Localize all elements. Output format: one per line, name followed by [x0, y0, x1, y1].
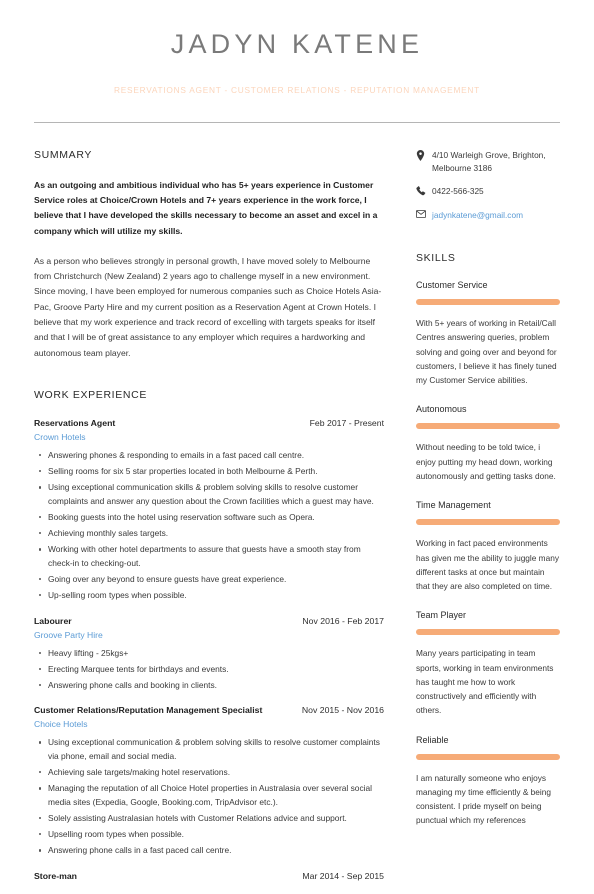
skills-list: Customer Service With 5+ years of working… — [416, 280, 560, 828]
skill-entry: Time Management Working in fact paced env… — [416, 500, 560, 593]
job-dates: Mar 2014 - Sep 2015 — [302, 870, 384, 881]
experience-entry: Reservations Agent Feb 2017 - Present Crow… — [34, 418, 384, 603]
skill-level-fill — [416, 423, 560, 430]
job-dates: Feb 2017 - Present — [309, 417, 384, 428]
skill-level-fill — [416, 299, 560, 306]
skill-entry: Team Player Many years participating in t… — [416, 610, 560, 717]
summary-lead-paragraph: As an outgoing and ambitious individual … — [34, 179, 378, 236]
skill-description: With 5+ years of working in Retail/Call … — [416, 318, 557, 386]
experience-entry-header: Customer Relations/Reputation Management… — [34, 705, 384, 715]
main-column: SUMMARY As an outgoing and ambitious ind… — [34, 149, 384, 894]
resume-page: JADYN KATENE RESERVATIONS AGENT - CUSTOM… — [0, 0, 594, 881]
skill-level-bar — [416, 753, 560, 760]
job-responsibility-list: Heavy lifting - 25kgs+ Erecting Marquee t… — [34, 647, 384, 693]
skill-description: Many years participating in team sports,… — [416, 648, 554, 716]
skill-level-fill — [416, 629, 560, 636]
job-responsibility-item: Answering phone calls in a fast paced ca… — [39, 844, 384, 858]
job-company-link[interactable]: Groove Party Hire — [34, 630, 384, 640]
job-responsibility-item: Using exceptional communication & proble… — [39, 736, 384, 763]
job-responsibility-item: Up-selling room types when possible. — [39, 589, 384, 603]
contact-block: 4/10 Warleigh Grove, Brighton, Melbourne… — [416, 149, 560, 222]
skill-description: Working in fact paced environments has g… — [416, 538, 559, 592]
job-company-link[interactable]: Choice Hotels — [34, 719, 384, 729]
resume-header: JADYN KATENE RESERVATIONS AGENT - CUSTOM… — [34, 0, 560, 95]
job-responsibility-item: Booking guests into the hotel using rese… — [39, 511, 384, 525]
phone-icon — [416, 185, 432, 196]
experience-section-title: WORK EXPERIENCE — [34, 388, 148, 401]
sidebar-column: 4/10 Warleigh Grove, Brighton, Melbourne… — [416, 149, 560, 845]
job-responsibility-item: Answering phone calls and booking in cli… — [39, 679, 384, 693]
header-divider — [34, 121, 560, 123]
experience-entry-header: Reservations Agent Feb 2017 - Present — [34, 418, 384, 428]
job-responsibility-item: Selling rooms for six 5 star properties … — [39, 465, 384, 479]
job-responsibility-item: Answering phones & responding to emails … — [39, 449, 384, 463]
skill-entry: Autonomous Without needing to be told twi… — [416, 404, 560, 483]
skill-name: Time Management — [416, 500, 491, 511]
contact-email[interactable]: jadynkatene@gmail.com — [432, 209, 523, 222]
skill-name: Team Player — [416, 610, 467, 621]
experience-entry: Customer Relations/Reputation Management… — [34, 705, 384, 857]
summary-section-title: SUMMARY — [34, 148, 93, 161]
skill-level-fill — [416, 519, 560, 526]
job-responsibility-item: Achieving monthly sales targets. — [39, 527, 384, 541]
job-responsibility-item: Solely assisting Australasian hotels wit… — [39, 812, 384, 826]
skill-name: Reliable — [416, 734, 449, 745]
job-company-link[interactable]: Crown Hotels — [34, 432, 384, 442]
contact-email-row: jadynkatene@gmail.com — [416, 209, 560, 222]
job-responsibility-item: Working with other hotel departments to … — [39, 543, 384, 570]
skill-description: Without needing to be told twice, i enjo… — [416, 442, 556, 481]
skill-entry: Reliable I am naturally someone who enjoy… — [416, 735, 560, 828]
skill-name: Customer Service — [416, 280, 488, 291]
contact-phone-row: 0422-566-325 — [416, 185, 560, 198]
experience-entry: Labourer Nov 2016 - Feb 2017 Groove Party … — [34, 616, 384, 693]
skill-entry: Customer Service With 5+ years of working… — [416, 280, 560, 387]
resume-body: SUMMARY As an outgoing and ambitious ind… — [34, 149, 560, 894]
job-title: Reservations Agent — [34, 417, 116, 428]
skill-level-bar — [416, 423, 560, 430]
candidate-headline: RESERVATIONS AGENT - CUSTOMER RELATIONS … — [114, 84, 480, 95]
experience-entry-header: Store-man Mar 2014 - Sep 2015 — [34, 871, 384, 881]
summary-body-paragraph: As a person who believes strongly in per… — [34, 255, 382, 358]
skill-description: I am naturally someone who enjoys managi… — [416, 772, 551, 826]
job-dates: Nov 2015 - Nov 2016 — [301, 705, 384, 716]
job-responsibility-item: Managing the reputation of all Choice Ho… — [39, 782, 384, 809]
address-line-2: Melbourne 3186 — [432, 162, 492, 173]
skill-level-bar — [416, 519, 560, 526]
skills-section: SKILLS Customer Service With 5+ years of … — [416, 252, 560, 828]
experience-entry: Store-man Mar 2014 - Sep 2015 — [34, 871, 384, 881]
job-responsibility-list: Using exceptional communication & proble… — [34, 736, 384, 857]
experience-list: Reservations Agent Feb 2017 - Present Crow… — [34, 418, 384, 881]
candidate-name: JADYN KATENE — [170, 29, 424, 59]
job-responsibility-item: Upselling room types when possible. — [39, 828, 384, 842]
job-responsibility-item: Going over any beyond to ensure guests h… — [39, 573, 384, 587]
summary-section: SUMMARY As an outgoing and ambitious ind… — [34, 149, 384, 361]
contact-address-row: 4/10 Warleigh Grove, Brighton, Melbourne… — [416, 149, 560, 175]
skill-level-fill — [416, 753, 560, 760]
experience-entry-header: Labourer Nov 2016 - Feb 2017 — [34, 616, 384, 626]
job-responsibility-item: Erecting Marquee tents for birthdays and… — [39, 663, 384, 677]
map-pin-icon — [416, 149, 432, 161]
contact-address: 4/10 Warleigh Grove, Brighton, Melbourne… — [432, 149, 560, 175]
envelope-icon — [416, 209, 432, 219]
job-dates: Nov 2016 - Feb 2017 — [302, 615, 384, 626]
job-responsibility-item: Using exceptional communication skills &… — [39, 481, 384, 508]
work-experience-section: WORK EXPERIENCE Reservations Agent Feb 20… — [34, 389, 384, 881]
job-responsibility-item: Achieving sale targets/making hotel rese… — [39, 766, 384, 780]
contact-phone[interactable]: 0422-566-325 — [432, 185, 484, 198]
job-title: Customer Relations/Reputation Management… — [34, 705, 263, 716]
address-line-1: 4/10 Warleigh Grove, Brighton, — [432, 149, 546, 160]
job-responsibility-list: Answering phones & responding to emails … — [34, 449, 384, 603]
job-title: Labourer — [34, 615, 72, 626]
skills-section-title: SKILLS — [416, 252, 456, 265]
skill-level-bar — [416, 629, 560, 636]
job-responsibility-item: Heavy lifting - 25kgs+ — [39, 647, 384, 661]
skill-level-bar — [416, 299, 560, 306]
job-title: Store-man — [34, 870, 77, 881]
skill-name: Autonomous — [416, 404, 467, 415]
